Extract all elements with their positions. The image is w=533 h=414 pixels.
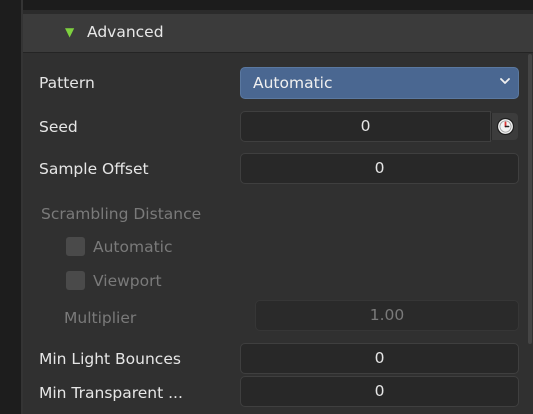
min-light-bounces-label: Min Light Bounces: [39, 350, 181, 368]
viewport-checkbox-label: Viewport: [93, 272, 162, 290]
pattern-label: Pattern: [39, 74, 95, 92]
sample-offset-field[interactable]: 0: [240, 153, 519, 184]
min-transparent-field[interactable]: 0: [240, 376, 519, 407]
clock-dice-icon: [496, 117, 515, 136]
section-title: Advanced: [87, 23, 164, 41]
automatic-checkbox-label: Automatic: [93, 238, 173, 256]
chevron-down-icon: [500, 78, 510, 84]
min-transparent-label: Min Transparent ...: [39, 384, 183, 402]
viewport-checkbox[interactable]: [66, 271, 85, 290]
seed-randomize-button[interactable]: [491, 113, 518, 140]
left-gutter: [0, 0, 21, 414]
seed-field[interactable]: 0: [240, 111, 491, 142]
advanced-section-header[interactable]: ▼ Advanced: [23, 14, 533, 53]
min-light-bounces-field[interactable]: 0: [240, 343, 519, 374]
scrambling-distance-label: Scrambling Distance: [41, 205, 202, 223]
panel-scrollbar[interactable]: [528, 54, 532, 344]
multiplier-field[interactable]: 1.00: [255, 300, 519, 331]
top-strip: [0, 0, 533, 10]
automatic-checkbox[interactable]: [66, 237, 85, 256]
seed-label: Seed: [39, 118, 78, 136]
multiplier-label: Multiplier: [64, 309, 137, 327]
pattern-value: Automatic: [253, 74, 333, 92]
disclosure-triangle-icon[interactable]: ▼: [65, 26, 74, 38]
pattern-dropdown[interactable]: Automatic: [240, 67, 519, 99]
sample-offset-label: Sample Offset: [39, 160, 149, 178]
